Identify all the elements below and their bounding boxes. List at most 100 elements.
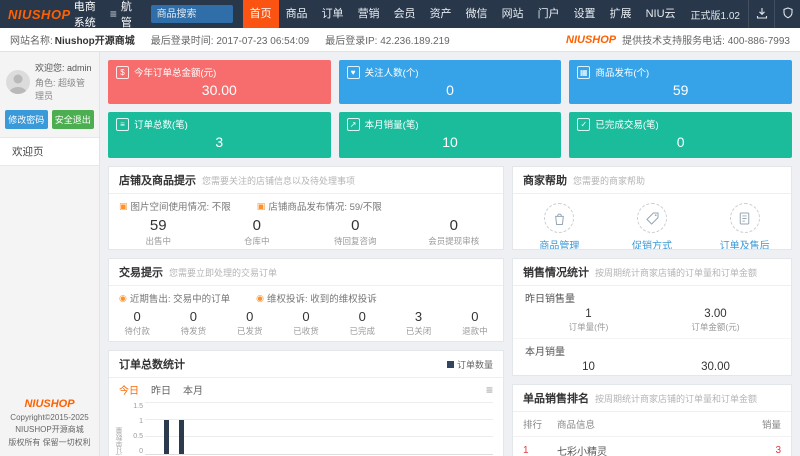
store-button[interactable] — [774, 0, 800, 28]
stat-value: 0 — [278, 309, 334, 324]
stat-value: 0 — [222, 309, 278, 324]
stat-completed: 0已完成 — [334, 309, 390, 337]
support-info: NIUSHOP 提供技术支持服务电话: 400-886-7993 — [566, 32, 790, 47]
stat-card-month-sales: ↗本月销量(笔) 10 — [339, 112, 562, 158]
nav-item-home[interactable]: 首页 — [243, 0, 279, 28]
sales-section-yesterday: 昨日销售量 1订单量(件) 3.00订单金额(元) — [513, 286, 791, 336]
tab-today[interactable]: 今日 — [119, 382, 139, 397]
shop-notices: ▣图片空间使用情况: 不限 ▣店铺商品发布情况: 59/不限 — [109, 194, 503, 215]
panel-title: 店铺及商品提示 — [119, 172, 196, 188]
panel-header: 单品销售排名 按周期统计商家店铺的订单量和订单金额 — [513, 385, 791, 412]
help-label: 促销方式 — [632, 237, 672, 250]
table-row: 1 七彩小精灵 3 — [513, 437, 791, 456]
panel-title: 销售情况统计 — [523, 264, 589, 280]
stat-value: 0 — [208, 217, 307, 234]
panel-order-chart: 订单总数统计 订单数量 今日 昨日 本月 ≡ 订单数量 1.510.50 — [108, 350, 504, 456]
nav-item-website[interactable]: 网站 — [495, 0, 531, 28]
stat-card-followers: ♥ 关注人数(个) 0 — [339, 60, 562, 104]
copyright-line-3: 版权所有 保留一切权利 — [0, 437, 99, 450]
stat-cards: $今年订单总金额(元) 30.00 ♥关注人数(个) 0 ▦商品发布(个) 59… — [108, 60, 792, 158]
panel-subtitle: 您需要立即处理的交易订单 — [169, 266, 277, 279]
last-login-time: 最后登录时间: 2017-07-23 06:54:09 — [151, 32, 309, 47]
logout-button[interactable]: 安全退出 — [52, 110, 95, 129]
col-sales: 销量 — [751, 417, 781, 431]
stat-value: 0 — [306, 217, 405, 234]
stat-card-completed-trades: ✓已完成交易(笔) 0 — [569, 112, 792, 158]
chart-legend: 订单数量 — [447, 358, 493, 371]
nav-item-assets[interactable]: 资产 — [423, 0, 459, 28]
download-button[interactable] — [748, 0, 774, 28]
stat-label: 仓库中 — [208, 235, 307, 247]
site-name-value: Niushop开源商城 — [55, 32, 135, 47]
footer-logo: NIUSHOP — [0, 398, 99, 410]
sidebar-footer: NIUSHOP Copyright©2015-2025 NIUSHOP开源商城 … — [0, 398, 99, 450]
stat-card-value: 59 — [577, 82, 784, 98]
panel-product-rank: 单品销售排名 按周期统计商家店铺的订单量和订单金额 排行 商品信息 销量 1 七… — [512, 384, 792, 456]
chart-menu-icon[interactable]: ≡ — [486, 384, 493, 396]
stat-label: 待付款 — [109, 325, 165, 337]
col-product: 商品信息 — [557, 417, 751, 431]
user-lines: 欢迎您: admin 角色: 超级管理员 — [35, 61, 93, 102]
product-search — [151, 5, 233, 23]
panel-title: 交易提示 — [119, 264, 163, 280]
stat-card-label: 本月销量(笔) — [365, 117, 419, 131]
user-role: 角色: 超级管理员 — [35, 76, 93, 102]
stat-order-amount: 30.00订单金额(元) — [652, 361, 779, 376]
stat-label: 已发货 — [222, 325, 278, 337]
nav-item-settings[interactable]: 设置 — [567, 0, 603, 28]
stat-card-value: 0 — [577, 134, 784, 150]
stat-in-warehouse: 0仓库中 — [208, 217, 307, 247]
stat-label: 会员提现审核 — [405, 235, 504, 247]
panel-title: 订单总数统计 — [119, 356, 185, 372]
copyright-line-1: Copyright©2015-2025 — [0, 412, 99, 425]
stat-card-label: 关注人数(个) — [365, 65, 419, 79]
support-phone: 提供技术支持服务电话: 400-886-7993 — [622, 32, 790, 47]
nav-item-niu-cloud[interactable]: NIU云 — [639, 0, 683, 28]
sidebar: 欢迎您: admin 角色: 超级管理员 修改密码 安全退出 欢迎页 NIUSH… — [0, 52, 100, 456]
stat-card-total-order-amount: $今年订单总金额(元) 30.00 — [108, 60, 331, 104]
stat-card-value: 0 — [347, 82, 554, 98]
sales-section-month: 本月销量 10订单量(件) 30.00订单金额(元) — [513, 338, 791, 376]
search-input[interactable] — [151, 5, 233, 23]
nav-item-wechat[interactable]: 微信 — [459, 0, 495, 28]
help-promotions[interactable]: 促销方式 — [606, 203, 699, 250]
trade-notices: ◉近期售出: 交易中的订单 ◉维权投诉: 收到的维权投诉 — [109, 286, 503, 307]
stat-value: 0 — [165, 309, 221, 324]
stat-order-count: 1订单量(件) — [525, 308, 652, 333]
download-icon — [756, 7, 768, 22]
trade-stats: 0待付款 0待发货 0已发货 0已收货 0已完成 3已关闭 0退款中 — [109, 307, 503, 337]
stat-card-label: 订单总数(笔) — [134, 117, 188, 131]
sidebar-item-welcome[interactable]: 欢迎页 — [0, 137, 99, 166]
nav-item-extensions[interactable]: 扩展 — [603, 0, 639, 28]
help-orders-aftersale[interactable]: 订单及售后 — [698, 203, 791, 250]
tag-icon — [637, 203, 667, 233]
sidebar-buttons: 修改密码 安全退出 — [0, 108, 99, 137]
stat-awaiting-payment: 0待付款 — [109, 309, 165, 337]
nav-item-marketing[interactable]: 营销 — [351, 0, 387, 28]
last-login-ip: 最后登录IP: 42.236.189.219 — [325, 32, 450, 47]
product-name: 七彩小精灵 — [557, 443, 751, 456]
stat-refunding: 0退款中 — [447, 309, 503, 337]
change-password-button[interactable]: 修改密码 — [5, 110, 48, 129]
panel-subtitle: 您需要的商家帮助 — [573, 174, 645, 187]
chart-y-label: 订单数量 — [115, 403, 125, 455]
stat-value: 3 — [390, 309, 446, 324]
nav-item-orders[interactable]: 订单 — [315, 0, 351, 28]
nav-item-goods[interactable]: 商品 — [279, 0, 315, 28]
followers-icon: ♥ — [347, 66, 360, 79]
stat-label: 退款中 — [447, 325, 503, 337]
panel-subtitle: 您需要关注的店铺信息以及待处理事项 — [202, 174, 355, 187]
help-goods-management[interactable]: 商品管理 — [513, 203, 606, 250]
panel-subtitle: 按周期统计商家店铺的订单量和订单金额 — [595, 266, 757, 279]
main-content: $今年订单总金额(元) 30.00 ♥关注人数(个) 0 ▦商品发布(个) 59… — [100, 52, 800, 456]
chart-toolbar: 今日 昨日 本月 ≡ — [109, 378, 503, 399]
tab-this-month[interactable]: 本月 — [183, 382, 203, 397]
nav-item-members[interactable]: 会员 — [387, 0, 423, 28]
stat-card-total-orders: ≡订单总数(笔) 3 — [108, 112, 331, 158]
tab-yesterday[interactable]: 昨日 — [151, 382, 171, 397]
nav-item-portal[interactable]: 门户 — [531, 0, 567, 28]
panel-header: 商家帮助 您需要的商家帮助 — [513, 167, 791, 194]
shield-icon — [782, 7, 794, 22]
panel-title: 单品销售排名 — [523, 390, 589, 406]
image-icon: ▣ — [119, 202, 128, 211]
